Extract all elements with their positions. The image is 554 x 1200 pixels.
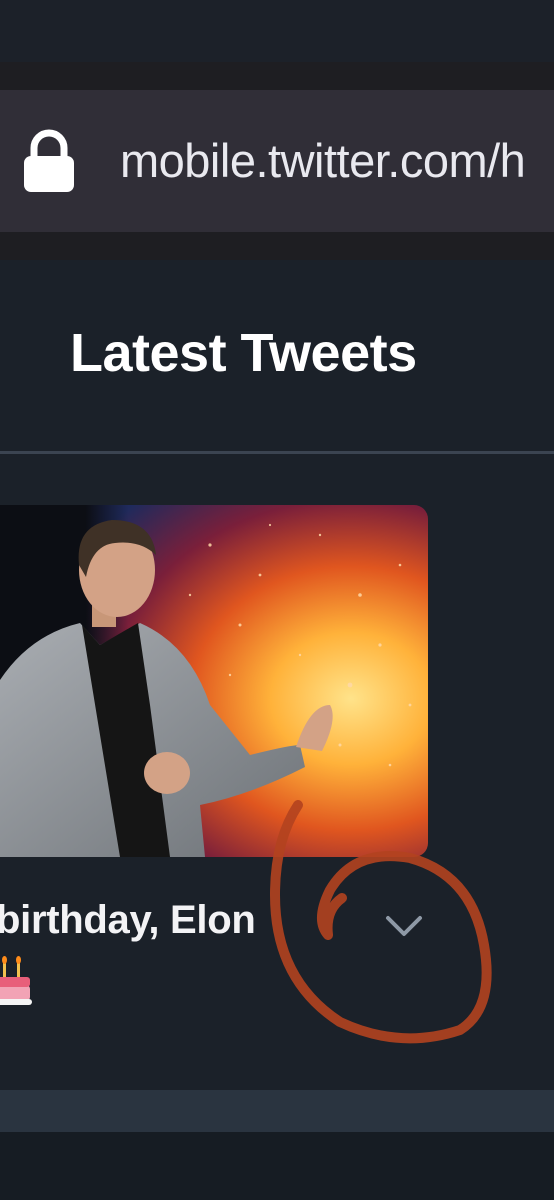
tweet-text: birthday, Elon <box>0 898 256 942</box>
tweet-image[interactable] <box>0 505 428 857</box>
status-bar <box>0 0 554 62</box>
birthday-cake-icon <box>0 956 32 1005</box>
url-text[interactable]: mobile.twitter.com/h <box>120 133 526 188</box>
bottom-area <box>0 1132 554 1200</box>
page-title: Latest Tweets <box>70 323 417 383</box>
lock-icon <box>24 129 74 192</box>
section-separator <box>0 1090 554 1132</box>
chevron-down-icon[interactable] <box>384 912 424 940</box>
